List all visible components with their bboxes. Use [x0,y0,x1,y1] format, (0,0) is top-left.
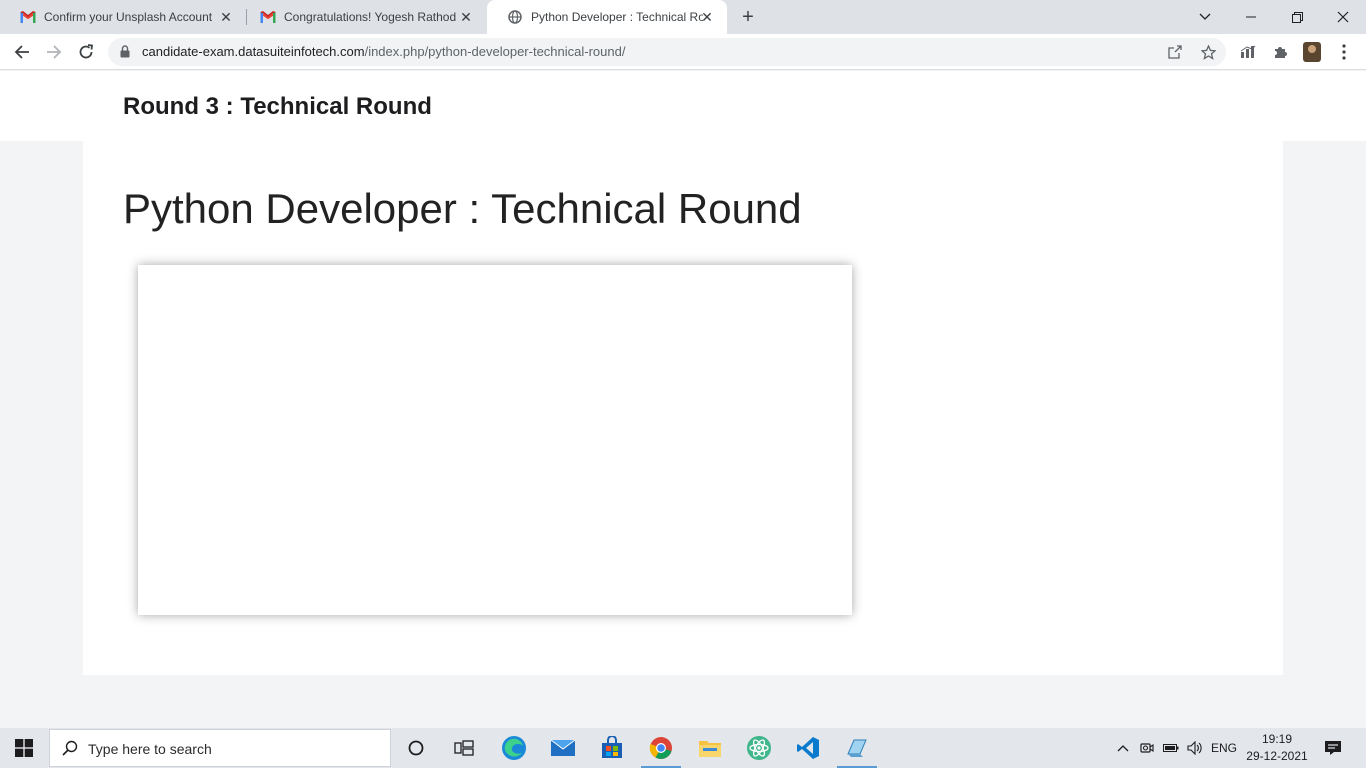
back-arrow-icon[interactable] [10,40,34,64]
tab-search-chevron-icon[interactable] [1182,0,1228,34]
address-bar[interactable]: candidate-exam.datasuiteinfotech.com/ind… [108,38,1226,66]
cortana-icon[interactable] [392,728,440,768]
globe-icon [507,9,523,25]
main-content: Python Developer : Technical Round [83,141,1283,675]
restore-icon[interactable] [1274,0,1320,34]
profile-avatar[interactable] [1303,42,1321,62]
tab-title: Congratulations! Yogesh Rathod [284,10,456,24]
share-icon[interactable] [1166,43,1184,61]
analytics-extension-icon[interactable] [1238,42,1258,62]
browser-tab-strip: Confirm your Unsplash Account ✕ Congratu… [0,0,1366,34]
url-path: /index.php/python-developer-technical-ro… [364,44,626,59]
windows-start-icon[interactable] [0,728,48,768]
tab-congratulations[interactable]: Congratulations! Yogesh Rathod ✕ [240,0,486,34]
url-host: candidate-exam.datasuiteinfotech.com [142,44,365,59]
clock-time: 19:19 [1261,732,1293,746]
page-title: Python Developer : Technical Round [123,185,802,232]
gmail-icon [260,9,276,25]
site-header: Round 3 : Technical Round [0,71,1366,141]
browser-toolbar: candidate-exam.datasuiteinfotech.com/ind… [0,34,1366,70]
microsoft-store-icon[interactable] [588,728,636,768]
taskbar-search-input[interactable]: Type here to search [49,729,391,767]
windows-taskbar: Type here to search ENG 19:19 29-12-2021 [0,728,1366,768]
tab-title: Python Developer : Technical Rou [531,10,703,24]
minimize-icon[interactable] [1228,0,1274,34]
system-clock[interactable]: 19:19 29-12-2021 [1240,731,1314,765]
close-tab-icon[interactable]: ✕ [699,9,715,25]
extensions-puzzle-icon[interactable] [1270,42,1290,62]
tab-python-developer[interactable]: Python Developer : Technical Rou ✕ [487,0,727,34]
notifications-icon[interactable] [1318,728,1348,768]
snipping-tool-icon[interactable] [833,728,881,768]
lock-icon[interactable] [120,45,130,63]
battery-icon[interactable] [1160,728,1182,768]
vscode-icon[interactable] [784,728,832,768]
meet-now-icon[interactable] [1136,728,1158,768]
close-tab-icon[interactable]: ✕ [218,9,234,25]
search-icon [62,740,78,761]
clock-date: 29-12-2021 [1246,749,1308,763]
tab-title: Confirm your Unsplash Account [44,10,213,24]
round-title: Round 3 : Technical Round [123,93,432,120]
close-window-icon[interactable] [1320,0,1366,34]
kebab-menu-icon[interactable] [1334,42,1354,62]
task-view-icon[interactable] [440,728,488,768]
reload-icon[interactable] [74,40,98,64]
chrome-icon[interactable] [637,728,685,768]
bookmark-star-icon[interactable] [1199,43,1217,61]
mail-icon[interactable] [539,728,587,768]
gmail-icon [20,9,36,25]
show-hidden-icons-chevron-icon[interactable] [1112,728,1134,768]
close-tab-icon[interactable]: ✕ [458,9,474,25]
search-placeholder: Type here to search [88,741,212,757]
url-text: candidate-exam.datasuiteinfotech.com/ind… [142,44,625,59]
embedded-frame[interactable] [138,265,852,615]
edge-browser-icon[interactable] [490,728,538,768]
file-explorer-icon[interactable] [686,728,734,768]
forward-arrow-icon[interactable] [42,40,66,64]
volume-icon[interactable] [1184,728,1206,768]
new-tab-button[interactable]: + [737,6,759,28]
atom-editor-icon[interactable] [735,728,783,768]
tab-unsplash[interactable]: Confirm your Unsplash Account ✕ [0,0,246,34]
language-indicator[interactable]: ENG [1208,728,1240,768]
